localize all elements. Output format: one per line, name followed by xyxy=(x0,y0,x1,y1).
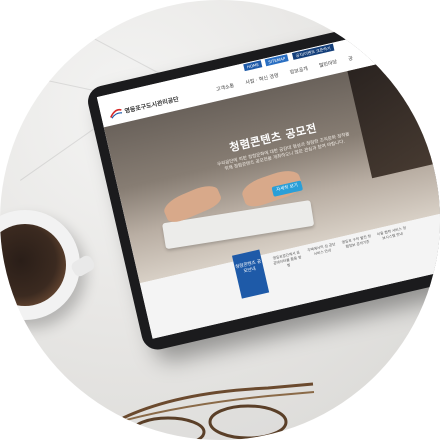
nav-item-customer[interactable]: 고객소통 xyxy=(216,83,235,93)
notice-banner[interactable]: 청렴콘텐츠 공모안내 xyxy=(231,249,270,299)
quick-link[interactable]: 이용 협력 서비스 정보시스템 안내 xyxy=(377,226,408,242)
eyeglasses xyxy=(122,382,315,440)
marble-desk-background: HOME SITEMAP 공지/이벤트 오픈하기 영등포구도시관리공단 고객소통… xyxy=(0,0,440,440)
tablet-device: HOME SITEMAP 공지/이벤트 오픈하기 영등포구도시관리공단 고객소통… xyxy=(70,0,440,353)
photo-stage: HOME SITEMAP 공지/이벤트 오픈하기 영등포구도시관리공단 고객소통… xyxy=(0,0,440,440)
coffee-surface xyxy=(0,224,66,306)
coffee-cup xyxy=(0,210,80,320)
nav-item-forum[interactable]: 열린마당 xyxy=(318,59,337,69)
nav-item-info[interactable]: 정보공개 xyxy=(289,66,308,76)
quick-link[interactable]: 영등포공단에서 공공데이터를 활용 방법 xyxy=(271,250,304,271)
logo-icon xyxy=(110,108,123,119)
nav-item-business[interactable]: 사업 · 혁신 경영 xyxy=(245,73,279,86)
quick-link[interactable]: 영등포 구의 발전 청렴정보 공개기준 xyxy=(341,234,372,250)
nav-item-more[interactable]: 공 xyxy=(348,56,354,63)
quick-link[interactable]: 주택에서의 심 공단 서비스 안내 xyxy=(306,242,337,258)
